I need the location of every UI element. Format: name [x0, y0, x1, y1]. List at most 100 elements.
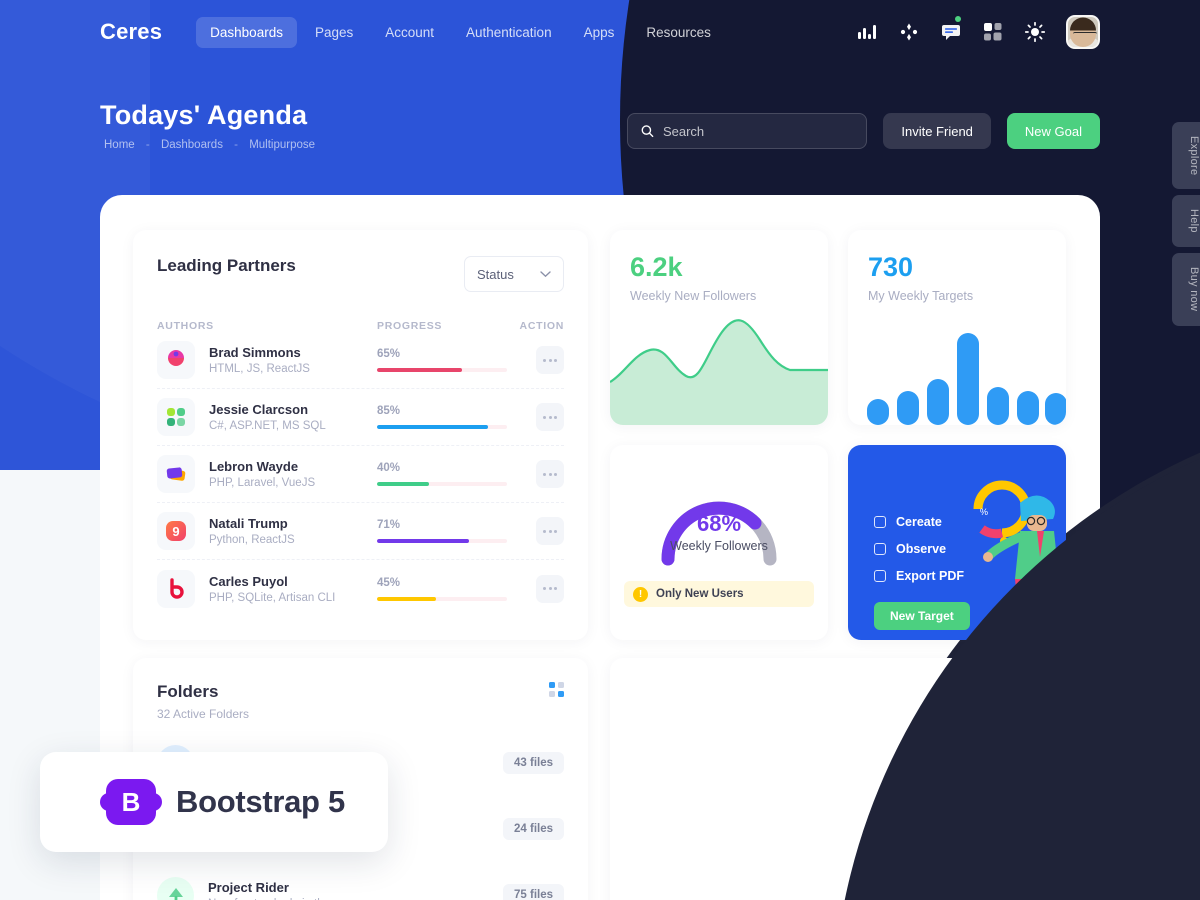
partner-progress: 45% — [377, 577, 507, 601]
nav-item-pages[interactable]: Pages — [301, 17, 367, 48]
bootstrap-badge[interactable]: B Bootstrap 5 — [40, 752, 388, 852]
notification-dot — [955, 16, 961, 22]
promo-item-export-pdf[interactable]: Export PDF — [874, 569, 964, 583]
col-action: ACTION — [519, 320, 564, 332]
partner-name: Jessie Clarcson — [209, 402, 309, 417]
followers-label: Weekly New Followers — [630, 289, 757, 303]
search-box[interactable] — [627, 113, 868, 149]
partner-skills: PHP, SQLite, Artisan CLI — [209, 591, 336, 604]
search-input[interactable] — [662, 123, 854, 139]
avatar[interactable] — [1066, 15, 1100, 49]
table-row[interactable]: Lebron Wayde PHP, Laravel, VueJS 40% — [157, 446, 564, 503]
page-head: Todays' Agenda Home - Dashboards - Multi… — [100, 100, 319, 151]
rail-tab-help[interactable]: Help — [1172, 195, 1200, 248]
header-actions: Invite Friend New Goal — [627, 113, 1100, 149]
leading-partners-card: Leading Partners Status AUTHORS PROGRESS… — [133, 230, 588, 640]
invite-friend-button[interactable]: Invite Friend — [883, 113, 991, 149]
promo-item-label: Export PDF — [896, 569, 965, 583]
new-target-button[interactable]: New Target — [874, 602, 970, 630]
table-row[interactable]: Jessie Clarcson C#, ASP.NET, MS SQL 85% — [157, 389, 564, 446]
chat-icon[interactable] — [940, 16, 962, 43]
gauge-percent: 68% — [696, 511, 742, 536]
progress-fill — [377, 368, 462, 372]
nav-item-dashboards[interactable]: Dashboards — [196, 16, 297, 48]
breadcrumb: Home - Dashboards - Multipurpose — [100, 139, 319, 151]
folders-title-block: Folders 32 Active Folders — [157, 682, 249, 721]
chart-bar-icon[interactable] — [856, 21, 878, 43]
rail-tab-buy-now[interactable]: Buy now — [1172, 253, 1200, 326]
nav-item-account[interactable]: Account — [371, 17, 448, 48]
clover-icon — [157, 398, 195, 436]
progress-track — [377, 368, 507, 372]
grid-icon[interactable] — [982, 21, 1004, 43]
row-actions-button[interactable] — [536, 574, 564, 603]
status-dropdown-label: Status — [477, 266, 514, 282]
partner-progress: 65% — [377, 348, 507, 372]
breadcrumb-home[interactable]: Home — [104, 139, 135, 151]
list-item[interactable]: Project Rider New frontend admin theme 7… — [157, 871, 564, 900]
app-root: Ceres Dashboards Pages Account Authentic… — [0, 0, 1200, 900]
checkbox-icon[interactable] — [874, 570, 886, 582]
progress-percent: 85% — [377, 405, 401, 417]
breadcrumb-multipurpose[interactable]: Multipurpose — [249, 139, 315, 151]
search-icon — [641, 125, 654, 138]
weekly-followers-gauge-card: 68% Weekly Followers ! Only New Users — [610, 445, 828, 640]
partner-name: Natali Trump — [209, 516, 288, 531]
progress-percent: 65% — [377, 348, 401, 360]
promo-item-cereate[interactable]: Cereate — [874, 515, 964, 529]
progress-fill — [377, 482, 429, 486]
folder-file-count: 43 files — [503, 752, 564, 774]
progress-track — [377, 425, 507, 429]
folder-file-count: 75 files — [503, 884, 564, 900]
partner-name-block: Brad Simmons HTML, JS, ReactJS — [209, 345, 377, 375]
partner-name-block: Carles Puyol PHP, SQLite, Artisan CLI — [209, 574, 377, 604]
row-actions-button[interactable] — [536, 517, 564, 545]
bootstrap-badge-text: Bootstrap 5 — [176, 784, 345, 819]
row-actions-button[interactable] — [536, 346, 564, 374]
partners-table-head: AUTHORS PROGRESS ACTION — [157, 320, 564, 332]
progress-percent: 45% — [377, 576, 401, 589]
row-actions-button[interactable] — [536, 460, 564, 488]
partners-title: Leading Partners — [157, 256, 296, 275]
status-dropdown[interactable]: Status — [464, 256, 564, 292]
folders-header: Folders 32 Active Folders — [157, 682, 564, 721]
table-row[interactable]: 9 Natali Trump Python, ReactJS 71% — [157, 503, 564, 560]
nine-icon: 9 — [157, 512, 195, 550]
gauge-alert-text: Only New Users — [656, 588, 744, 600]
progress-percent: 71% — [377, 519, 401, 531]
partner-name: Carles Puyol — [209, 573, 288, 589]
gauge-chart: 68% Weekly Followers — [610, 459, 828, 571]
targets-bar-chart — [867, 333, 1066, 425]
nav-item-resources[interactable]: Resources — [632, 17, 725, 48]
promo-item-observe[interactable]: Observe — [874, 542, 964, 556]
partner-name-block: Jessie Clarcson C#, ASP.NET, MS SQL — [209, 402, 377, 432]
col-progress: PROGRESS — [377, 320, 443, 332]
nav-item-apps[interactable]: Apps — [570, 17, 629, 48]
checkbox-icon[interactable] — [874, 516, 886, 528]
partner-progress: 40% — [377, 462, 507, 486]
progress-track — [377, 596, 507, 601]
table-row[interactable]: Carles Puyol PHP, SQLite, Artisan CLI 45… — [157, 560, 564, 617]
svg-text:9: 9 — [172, 524, 179, 539]
breadcrumb-dashboards[interactable]: Dashboards — [161, 139, 223, 151]
checkbox-icon[interactable] — [874, 543, 886, 555]
folders-menu-icon[interactable] — [549, 682, 564, 697]
folder-file-count: 24 files — [503, 818, 564, 840]
sun-icon[interactable] — [1024, 21, 1046, 43]
rail-tab-explore[interactable]: Explore — [1172, 122, 1200, 190]
new-goal-button[interactable]: New Goal — [1006, 113, 1100, 149]
bootstrap-logo-icon: B — [100, 779, 162, 825]
nav-item-authentication[interactable]: Authentication — [452, 17, 566, 48]
targets-stat: 730 My Weekly Targets — [848, 230, 1066, 303]
table-row[interactable]: Brad Simmons HTML, JS, ReactJS 65% — [157, 332, 564, 389]
partner-progress: 85% — [377, 405, 507, 429]
warning-icon: ! — [633, 586, 648, 602]
progress-track — [377, 539, 507, 543]
col-authors: AUTHORS — [157, 320, 214, 332]
progress-fill — [377, 596, 436, 601]
followers-stat: 6.2k Weekly New Followers — [610, 230, 828, 303]
row-actions-button[interactable] — [536, 403, 564, 431]
brand-logo[interactable]: Ceres — [100, 19, 162, 45]
sparkle-icon[interactable] — [898, 21, 920, 43]
partner-skills: Python, ReactJS — [209, 534, 295, 546]
